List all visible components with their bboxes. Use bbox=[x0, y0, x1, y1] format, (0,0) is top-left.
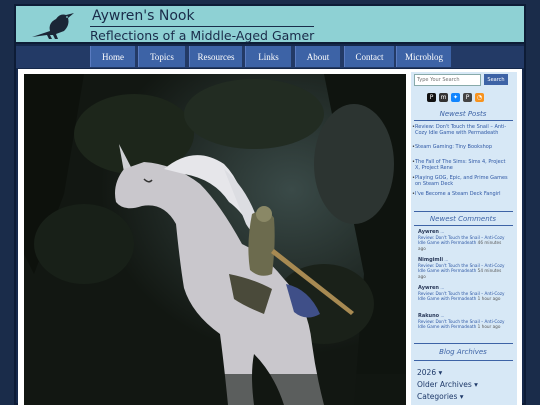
search-input[interactable] bbox=[414, 74, 481, 86]
divider bbox=[414, 225, 513, 226]
main-nav: Home Topics Resources Links About Contac… bbox=[16, 46, 524, 68]
comment-author: Rakuno bbox=[418, 313, 440, 319]
comment-separator: ... bbox=[440, 229, 445, 234]
pixelfed-icon[interactable]: P bbox=[463, 93, 472, 102]
patreon-icon[interactable]: P bbox=[427, 93, 436, 102]
comment-author: Aywren bbox=[418, 229, 439, 235]
archive-dropdown-2026[interactable]: 2026 ▾ bbox=[417, 368, 442, 377]
page-frame: Aywren's Nook Reflections of a Middle-Ag… bbox=[14, 4, 526, 405]
newest-comments-heading: Newest Comments bbox=[429, 215, 497, 223]
featured-image[interactable] bbox=[24, 74, 406, 405]
post-link[interactable]: Review: Don't Touch the Snail – Anti-Coz… bbox=[412, 124, 511, 136]
comment-item[interactable]: Rakuno ... Review: Don't Touch the Snail… bbox=[418, 313, 508, 330]
comment-time: 1 hour ago bbox=[477, 324, 501, 330]
post-link[interactable]: Steam Gaming: Tiny Bookshop bbox=[412, 144, 511, 150]
comment-separator: ... bbox=[440, 285, 445, 290]
divider bbox=[414, 211, 513, 212]
archive-dropdown-older[interactable]: Older Archives ▾ bbox=[417, 380, 478, 389]
nav-about[interactable]: About bbox=[295, 46, 340, 67]
nav-resources[interactable]: Resources bbox=[189, 46, 242, 67]
nav-home[interactable]: Home bbox=[90, 46, 135, 67]
divider bbox=[414, 120, 513, 121]
search-button[interactable]: Search bbox=[484, 74, 508, 85]
post-link[interactable]: Playing GOG, Epic, and Prime Games on St… bbox=[412, 175, 511, 187]
divider bbox=[414, 360, 513, 361]
post-link[interactable]: I've Become a Steam Deck Fangirl bbox=[412, 191, 511, 197]
content-area: Search P m ✦ P ◔ Newest Posts Review: Do… bbox=[18, 69, 522, 405]
comment-author: Aywren bbox=[418, 285, 439, 291]
newest-posts-heading: Newest Posts bbox=[439, 110, 487, 118]
comment-separator: ... bbox=[440, 313, 445, 318]
site-title[interactable]: Aywren's Nook bbox=[92, 8, 195, 24]
blog-archives-heading: Blog Archives bbox=[439, 348, 487, 356]
sidebar: Search P m ✦ P ◔ Newest Posts Review: Do… bbox=[411, 72, 517, 405]
crow-logo-icon[interactable] bbox=[30, 9, 84, 41]
site-header: Aywren's Nook Reflections of a Middle-Ag… bbox=[16, 6, 524, 44]
post-link[interactable]: The Fall of The Sims: Sims 4, Project X,… bbox=[412, 159, 511, 171]
comment-author: Nimgimli bbox=[418, 257, 444, 263]
site-tagline: Reflections of a Middle-Aged Gamer bbox=[90, 26, 315, 43]
bluesky-icon[interactable]: ✦ bbox=[451, 93, 460, 102]
categories-dropdown[interactable]: Categories ▾ bbox=[417, 392, 464, 401]
comment-item[interactable]: Nimgimli ... Review: Don't Touch the Sna… bbox=[418, 257, 508, 279]
comment-item[interactable]: Aywren ... Review: Don't Touch the Snail… bbox=[418, 229, 508, 251]
unicorn-rider-image bbox=[24, 74, 406, 405]
mastodon-icon[interactable]: m bbox=[439, 93, 448, 102]
nav-topics[interactable]: Topics bbox=[138, 46, 185, 67]
rss-icon[interactable]: ◔ bbox=[475, 93, 484, 102]
nav-links[interactable]: Links bbox=[245, 46, 291, 67]
nav-contact[interactable]: Contact bbox=[344, 46, 394, 67]
divider bbox=[414, 343, 513, 344]
comment-separator: ... bbox=[444, 257, 449, 262]
comment-time: 1 hour ago bbox=[477, 296, 501, 302]
comment-item[interactable]: Aywren ... Review: Don't Touch the Snail… bbox=[418, 285, 508, 302]
nav-microblog[interactable]: Microblog bbox=[396, 46, 451, 67]
